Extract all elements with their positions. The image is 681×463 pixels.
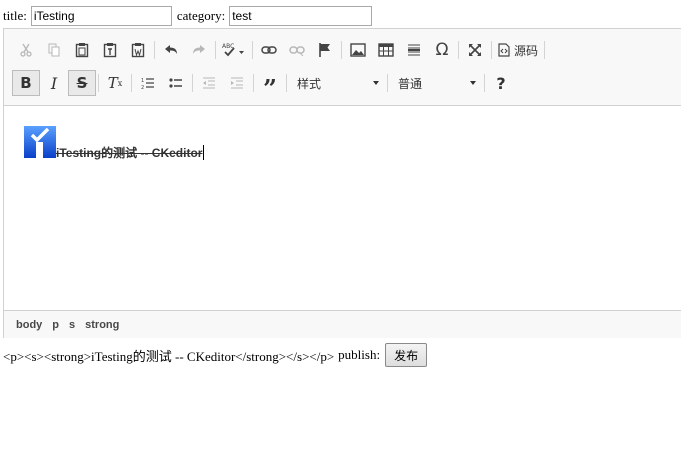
svg-text:1: 1	[141, 78, 144, 84]
numbered-list-icon[interactable]: 12	[134, 70, 162, 96]
chevron-down-icon	[470, 81, 476, 85]
indent-icon[interactable]	[223, 70, 251, 96]
text-caret	[203, 145, 205, 160]
format-dropdown[interactable]: 普通	[390, 72, 482, 94]
category-label: category:	[176, 8, 226, 23]
remove-format-icon[interactable]: Tx	[101, 70, 129, 96]
source-row: <p><s><strong>iTesting的测试 -- CKeditor</s…	[3, 343, 428, 367]
toolbar-separator	[341, 41, 342, 59]
editor-toolbar: ABC Ω 源码 B I S T x 1 2 ” 样式 普通 ?	[4, 29, 681, 106]
toolbar-row-1: ABC Ω 源码	[12, 36, 547, 64]
chevron-down-icon	[373, 81, 379, 85]
special-char-icon[interactable]: Ω	[428, 37, 456, 63]
svg-text:2: 2	[141, 85, 144, 90]
outdent-icon[interactable]	[195, 70, 223, 96]
link-icon[interactable]	[255, 37, 283, 63]
toolbar-separator	[98, 74, 99, 92]
paste-text-icon[interactable]	[96, 37, 124, 63]
path-item-strong[interactable]: strong	[80, 319, 124, 331]
form-row: title: category:	[3, 5, 373, 27]
toolbar-separator	[215, 41, 216, 59]
editor-content[interactable]: iTesting的测试 -- CKeditor	[4, 106, 681, 309]
bold-icon[interactable]: B	[12, 70, 40, 96]
toolbar-separator	[387, 74, 388, 92]
checkmark-logo-icon	[24, 126, 56, 158]
path-item-body[interactable]: body	[11, 319, 47, 331]
paste-icon[interactable]	[68, 37, 96, 63]
italic-icon[interactable]: I	[40, 70, 68, 96]
html-source-text: <p><s><strong>iTesting的测试 -- CKeditor</s…	[3, 348, 335, 364]
cut-icon[interactable]	[12, 37, 40, 63]
format-label: 普通	[398, 76, 423, 91]
publish-button[interactable]: 发布	[385, 343, 428, 367]
category-input[interactable]	[229, 6, 373, 26]
editor-text: iTesting的测试 -- CKeditor	[56, 144, 205, 161]
title-input[interactable]	[30, 6, 172, 26]
source-button[interactable]: 源码	[494, 37, 542, 63]
styles-dropdown[interactable]: 样式	[289, 72, 385, 94]
bulleted-list-icon[interactable]	[162, 70, 190, 96]
toolbar-row-2: B I S Tx 12 ” 样式 普通 ?	[12, 69, 515, 103]
toolbar-separator	[286, 74, 287, 92]
copy-icon[interactable]	[40, 37, 68, 63]
anchor-icon[interactable]	[311, 37, 339, 63]
redo-icon[interactable]	[185, 37, 213, 63]
undo-icon[interactable]	[157, 37, 185, 63]
toolbar-separator	[192, 74, 193, 92]
toolbar-separator	[491, 41, 492, 59]
strike-icon[interactable]: S	[68, 70, 96, 96]
horizontal-line-icon[interactable]	[400, 37, 428, 63]
publish-label: publish:	[338, 347, 381, 362]
help-icon[interactable]: ?	[487, 70, 515, 96]
toolbar-separator	[458, 41, 459, 59]
blockquote-icon[interactable]: ”	[256, 70, 284, 103]
toolbar-separator	[544, 41, 546, 59]
styles-label: 样式	[297, 76, 322, 91]
source-label: 源码	[514, 43, 539, 58]
paste-word-icon[interactable]	[124, 37, 152, 63]
toolbar-separator	[484, 74, 485, 92]
element-path-bar: body p s strong	[4, 310, 681, 338]
source-icon	[498, 43, 510, 57]
title-label: title:	[3, 8, 27, 23]
spellcheck-icon[interactable]: ABC	[218, 37, 250, 63]
toolbar-separator	[252, 41, 253, 59]
maximize-icon[interactable]	[461, 37, 489, 63]
toolbar-separator	[131, 74, 132, 92]
image-icon[interactable]	[344, 37, 372, 63]
table-icon[interactable]	[372, 37, 400, 63]
ckeditor: ABC Ω 源码 B I S T x 1 2 ” 样式 普通 ? iTestin…	[3, 28, 681, 338]
toolbar-separator	[253, 74, 254, 92]
editor-text-content: iTesting的测试 -- CKeditor	[56, 146, 203, 160]
toolbar-separator	[154, 41, 155, 59]
unlink-icon[interactable]	[283, 37, 311, 63]
path-item-s[interactable]: s	[64, 319, 80, 331]
path-item-p[interactable]: p	[47, 319, 64, 331]
